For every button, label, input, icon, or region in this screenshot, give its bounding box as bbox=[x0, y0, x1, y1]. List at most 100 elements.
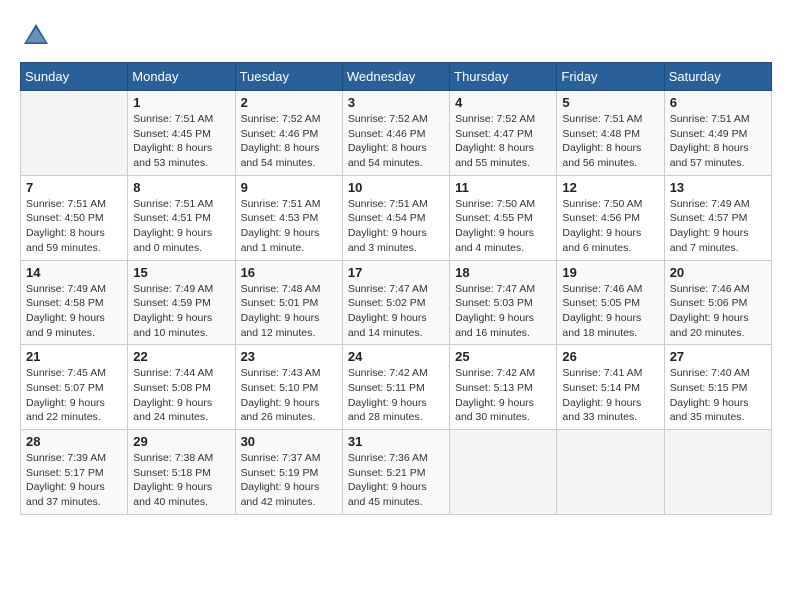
calendar-cell: 7 Sunrise: 7:51 AMSunset: 4:50 PMDaylight… bbox=[21, 175, 128, 260]
calendar-cell: 5 Sunrise: 7:51 AMSunset: 4:48 PMDaylight… bbox=[557, 91, 664, 176]
day-info: Sunrise: 7:51 AMSunset: 4:49 PMDaylight:… bbox=[670, 112, 766, 171]
calendar-header-row: SundayMondayTuesdayWednesdayThursdayFrid… bbox=[21, 63, 772, 91]
day-number: 20 bbox=[670, 265, 766, 280]
day-info: Sunrise: 7:45 AMSunset: 5:07 PMDaylight:… bbox=[26, 366, 122, 425]
calendar-cell: 20 Sunrise: 7:46 AMSunset: 5:06 PMDayligh… bbox=[664, 260, 771, 345]
calendar-cell: 22 Sunrise: 7:44 AMSunset: 5:08 PMDayligh… bbox=[128, 345, 235, 430]
day-number: 29 bbox=[133, 434, 229, 449]
day-number: 7 bbox=[26, 180, 122, 195]
day-info: Sunrise: 7:49 AMSunset: 4:58 PMDaylight:… bbox=[26, 282, 122, 341]
day-header-tuesday: Tuesday bbox=[235, 63, 342, 91]
day-number: 1 bbox=[133, 95, 229, 110]
calendar-cell: 28 Sunrise: 7:39 AMSunset: 5:17 PMDayligh… bbox=[21, 430, 128, 515]
day-info: Sunrise: 7:52 AMSunset: 4:46 PMDaylight:… bbox=[241, 112, 337, 171]
day-header-sunday: Sunday bbox=[21, 63, 128, 91]
day-info: Sunrise: 7:37 AMSunset: 5:19 PMDaylight:… bbox=[241, 451, 337, 510]
day-number: 17 bbox=[348, 265, 444, 280]
calendar-cell: 10 Sunrise: 7:51 AMSunset: 4:54 PMDayligh… bbox=[342, 175, 449, 260]
day-number: 11 bbox=[455, 180, 551, 195]
calendar-cell bbox=[664, 430, 771, 515]
day-info: Sunrise: 7:51 AMSunset: 4:50 PMDaylight:… bbox=[26, 197, 122, 256]
calendar-cell: 17 Sunrise: 7:47 AMSunset: 5:02 PMDayligh… bbox=[342, 260, 449, 345]
calendar-cell: 16 Sunrise: 7:48 AMSunset: 5:01 PMDayligh… bbox=[235, 260, 342, 345]
calendar-cell: 27Sunrise: 7:40 AMSunset: 5:15 PMDayligh… bbox=[664, 345, 771, 430]
day-info: Sunrise: 7:50 AMSunset: 4:55 PMDaylight:… bbox=[455, 197, 551, 256]
calendar-cell: 21 Sunrise: 7:45 AMSunset: 5:07 PMDayligh… bbox=[21, 345, 128, 430]
calendar-cell bbox=[557, 430, 664, 515]
day-number: 2 bbox=[241, 95, 337, 110]
day-number: 5 bbox=[562, 95, 658, 110]
calendar-cell: 26 Sunrise: 7:41 AMSunset: 5:14 PMDayligh… bbox=[557, 345, 664, 430]
day-number: 3 bbox=[348, 95, 444, 110]
calendar-cell: 24 Sunrise: 7:42 AMSunset: 5:11 PMDayligh… bbox=[342, 345, 449, 430]
calendar-week-0: 1 Sunrise: 7:51 AMSunset: 4:45 PMDaylight… bbox=[21, 91, 772, 176]
day-header-friday: Friday bbox=[557, 63, 664, 91]
day-info: Sunrise: 7:38 AMSunset: 5:18 PMDaylight:… bbox=[133, 451, 229, 510]
day-number: 23 bbox=[241, 349, 337, 364]
day-number: 13 bbox=[670, 180, 766, 195]
day-number: 26 bbox=[562, 349, 658, 364]
day-number: 19 bbox=[562, 265, 658, 280]
day-info: Sunrise: 7:36 AMSunset: 5:21 PMDaylight:… bbox=[348, 451, 444, 510]
day-number: 8 bbox=[133, 180, 229, 195]
day-info: Sunrise: 7:51 AMSunset: 4:45 PMDaylight:… bbox=[133, 112, 229, 171]
day-number: 22 bbox=[133, 349, 229, 364]
calendar-cell: 4 Sunrise: 7:52 AMSunset: 4:47 PMDaylight… bbox=[450, 91, 557, 176]
calendar-cell: 14 Sunrise: 7:49 AMSunset: 4:58 PMDayligh… bbox=[21, 260, 128, 345]
calendar-week-2: 14 Sunrise: 7:49 AMSunset: 4:58 PMDayligh… bbox=[21, 260, 772, 345]
calendar-table: SundayMondayTuesdayWednesdayThursdayFrid… bbox=[20, 62, 772, 515]
calendar-cell: 19 Sunrise: 7:46 AMSunset: 5:05 PMDayligh… bbox=[557, 260, 664, 345]
day-info: Sunrise: 7:47 AMSunset: 5:02 PMDaylight:… bbox=[348, 282, 444, 341]
day-number: 27 bbox=[670, 349, 766, 364]
day-number: 28 bbox=[26, 434, 122, 449]
day-number: 31 bbox=[348, 434, 444, 449]
calendar-cell: 2 Sunrise: 7:52 AMSunset: 4:46 PMDaylight… bbox=[235, 91, 342, 176]
day-info: Sunrise: 7:46 AMSunset: 5:05 PMDaylight:… bbox=[562, 282, 658, 341]
calendar-cell: 1 Sunrise: 7:51 AMSunset: 4:45 PMDaylight… bbox=[128, 91, 235, 176]
calendar-cell: 11 Sunrise: 7:50 AMSunset: 4:55 PMDayligh… bbox=[450, 175, 557, 260]
day-info: Sunrise: 7:41 AMSunset: 5:14 PMDaylight:… bbox=[562, 366, 658, 425]
day-info: Sunrise: 7:42 AMSunset: 5:13 PMDaylight:… bbox=[455, 366, 551, 425]
calendar-cell: 31 Sunrise: 7:36 AMSunset: 5:21 PMDayligh… bbox=[342, 430, 449, 515]
logo bbox=[20, 20, 56, 52]
day-info: Sunrise: 7:51 AMSunset: 4:48 PMDaylight:… bbox=[562, 112, 658, 171]
calendar-cell: 9Sunrise: 7:51 AMSunset: 4:53 PMDaylight… bbox=[235, 175, 342, 260]
day-info: Sunrise: 7:51 AMSunset: 4:54 PMDaylight:… bbox=[348, 197, 444, 256]
calendar-cell: 30Sunrise: 7:37 AMSunset: 5:19 PMDayligh… bbox=[235, 430, 342, 515]
day-header-wednesday: Wednesday bbox=[342, 63, 449, 91]
day-header-saturday: Saturday bbox=[664, 63, 771, 91]
day-number: 16 bbox=[241, 265, 337, 280]
calendar-cell: 25 Sunrise: 7:42 AMSunset: 5:13 PMDayligh… bbox=[450, 345, 557, 430]
calendar-cell: 3 Sunrise: 7:52 AMSunset: 4:46 PMDaylight… bbox=[342, 91, 449, 176]
day-number: 15 bbox=[133, 265, 229, 280]
calendar-cell bbox=[450, 430, 557, 515]
day-number: 10 bbox=[348, 180, 444, 195]
calendar-cell: 13Sunrise: 7:49 AMSunset: 4:57 PMDayligh… bbox=[664, 175, 771, 260]
day-info: Sunrise: 7:49 AMSunset: 4:59 PMDaylight:… bbox=[133, 282, 229, 341]
day-info: Sunrise: 7:48 AMSunset: 5:01 PMDaylight:… bbox=[241, 282, 337, 341]
day-number: 24 bbox=[348, 349, 444, 364]
day-info: Sunrise: 7:50 AMSunset: 4:56 PMDaylight:… bbox=[562, 197, 658, 256]
calendar-cell: 6Sunrise: 7:51 AMSunset: 4:49 PMDaylight… bbox=[664, 91, 771, 176]
day-number: 14 bbox=[26, 265, 122, 280]
day-info: Sunrise: 7:42 AMSunset: 5:11 PMDaylight:… bbox=[348, 366, 444, 425]
day-number: 4 bbox=[455, 95, 551, 110]
day-info: Sunrise: 7:52 AMSunset: 4:47 PMDaylight:… bbox=[455, 112, 551, 171]
day-header-thursday: Thursday bbox=[450, 63, 557, 91]
calendar-cell bbox=[21, 91, 128, 176]
day-info: Sunrise: 7:51 AMSunset: 4:51 PMDaylight:… bbox=[133, 197, 229, 256]
day-info: Sunrise: 7:52 AMSunset: 4:46 PMDaylight:… bbox=[348, 112, 444, 171]
day-number: 21 bbox=[26, 349, 122, 364]
calendar-week-4: 28 Sunrise: 7:39 AMSunset: 5:17 PMDayligh… bbox=[21, 430, 772, 515]
logo-icon bbox=[20, 20, 52, 52]
day-info: Sunrise: 7:44 AMSunset: 5:08 PMDaylight:… bbox=[133, 366, 229, 425]
day-info: Sunrise: 7:39 AMSunset: 5:17 PMDaylight:… bbox=[26, 451, 122, 510]
day-info: Sunrise: 7:46 AMSunset: 5:06 PMDaylight:… bbox=[670, 282, 766, 341]
day-info: Sunrise: 7:43 AMSunset: 5:10 PMDaylight:… bbox=[241, 366, 337, 425]
day-number: 9 bbox=[241, 180, 337, 195]
day-number: 12 bbox=[562, 180, 658, 195]
day-number: 25 bbox=[455, 349, 551, 364]
calendar-cell: 29 Sunrise: 7:38 AMSunset: 5:18 PMDayligh… bbox=[128, 430, 235, 515]
calendar-cell: 12 Sunrise: 7:50 AMSunset: 4:56 PMDayligh… bbox=[557, 175, 664, 260]
calendar-cell: 23 Sunrise: 7:43 AMSunset: 5:10 PMDayligh… bbox=[235, 345, 342, 430]
